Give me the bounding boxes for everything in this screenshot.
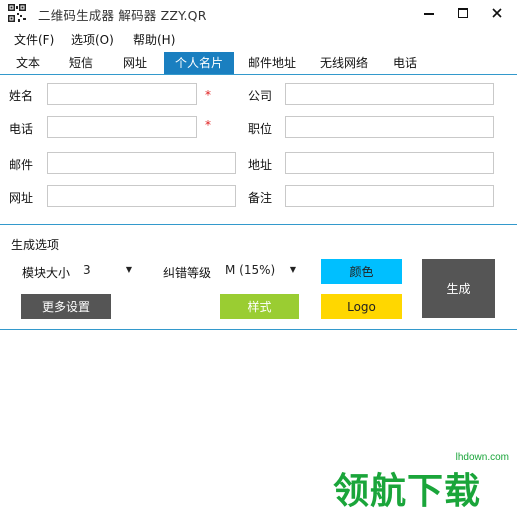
tab-bar: 文本 短信 网址 个人名片 邮件地址 无线网络 电话 (0, 52, 517, 75)
close-icon (492, 8, 502, 18)
phone-required-mark: * (205, 118, 211, 132)
address-input[interactable] (285, 152, 494, 174)
company-label: 公司 (248, 89, 273, 103)
position-input[interactable] (285, 116, 494, 138)
name-required-mark: * (205, 88, 211, 102)
chevron-down-icon: ▼ (289, 265, 296, 274)
logo-button[interactable]: Logo (321, 294, 402, 319)
module-size-value: 3 (83, 263, 91, 277)
tab-text[interactable]: 文本 (6, 52, 50, 74)
menu-help[interactable]: 帮助(H) (133, 31, 175, 48)
chevron-down-icon: ▼ (125, 265, 132, 274)
address-label: 地址 (248, 158, 273, 172)
color-button[interactable]: 颜色 (321, 259, 402, 284)
ecc-level-select[interactable]: M (15%) ▼ (220, 260, 300, 282)
module-size-label: 模块大小 (22, 266, 71, 280)
note-input[interactable] (285, 185, 494, 207)
options-section-title: 生成选项 (11, 238, 60, 252)
name-label: 姓名 (9, 89, 34, 103)
ecc-label: 纠错等级 (163, 266, 212, 280)
window-title: 二维码生成器 解码器 ZZY.QR (38, 8, 207, 23)
watermark-text: 领航下载 (333, 471, 482, 512)
tab-email[interactable]: 邮件地址 (240, 52, 304, 74)
generate-button[interactable]: 生成 (422, 259, 495, 318)
website-input[interactable] (47, 185, 236, 207)
tab-url[interactable]: 网址 (113, 52, 157, 74)
bottom-divider (0, 329, 517, 330)
note-label: 备注 (248, 191, 273, 205)
phone-input[interactable] (47, 116, 197, 138)
section-divider (0, 224, 517, 225)
email-input[interactable] (47, 152, 236, 174)
qr-app-icon (7, 3, 27, 23)
style-button[interactable]: 样式 (220, 294, 299, 319)
company-input[interactable] (285, 83, 494, 105)
more-settings-button[interactable]: 更多设置 (21, 294, 111, 319)
email-label: 邮件 (9, 158, 34, 172)
minimize-button[interactable] (412, 0, 446, 26)
menu-options[interactable]: 选项(O) (71, 31, 114, 48)
watermark-logo: lhdown.com 领航下载 (325, 452, 515, 512)
tab-wifi[interactable]: 无线网络 (312, 52, 376, 74)
menu-file[interactable]: 文件(F) (14, 31, 54, 48)
module-size-select[interactable]: 3 ▼ (78, 260, 136, 282)
maximize-button[interactable] (446, 0, 480, 26)
maximize-icon (458, 8, 468, 18)
ecc-level-value: M (15%) (225, 263, 276, 277)
tab-business-card[interactable]: 个人名片 (164, 52, 234, 74)
phone-label: 电话 (9, 122, 34, 136)
minimize-icon (424, 13, 434, 15)
tab-phone[interactable]: 电话 (383, 52, 427, 74)
website-label: 网址 (9, 191, 34, 205)
close-button[interactable] (480, 0, 514, 26)
menu-bar: 文件(F) 选项(O) 帮助(H) (0, 29, 517, 49)
position-label: 职位 (248, 122, 273, 136)
name-input[interactable] (47, 83, 197, 105)
tab-sms[interactable]: 短信 (59, 52, 103, 74)
title-bar: 二维码生成器 解码器 ZZY.QR (0, 0, 517, 26)
